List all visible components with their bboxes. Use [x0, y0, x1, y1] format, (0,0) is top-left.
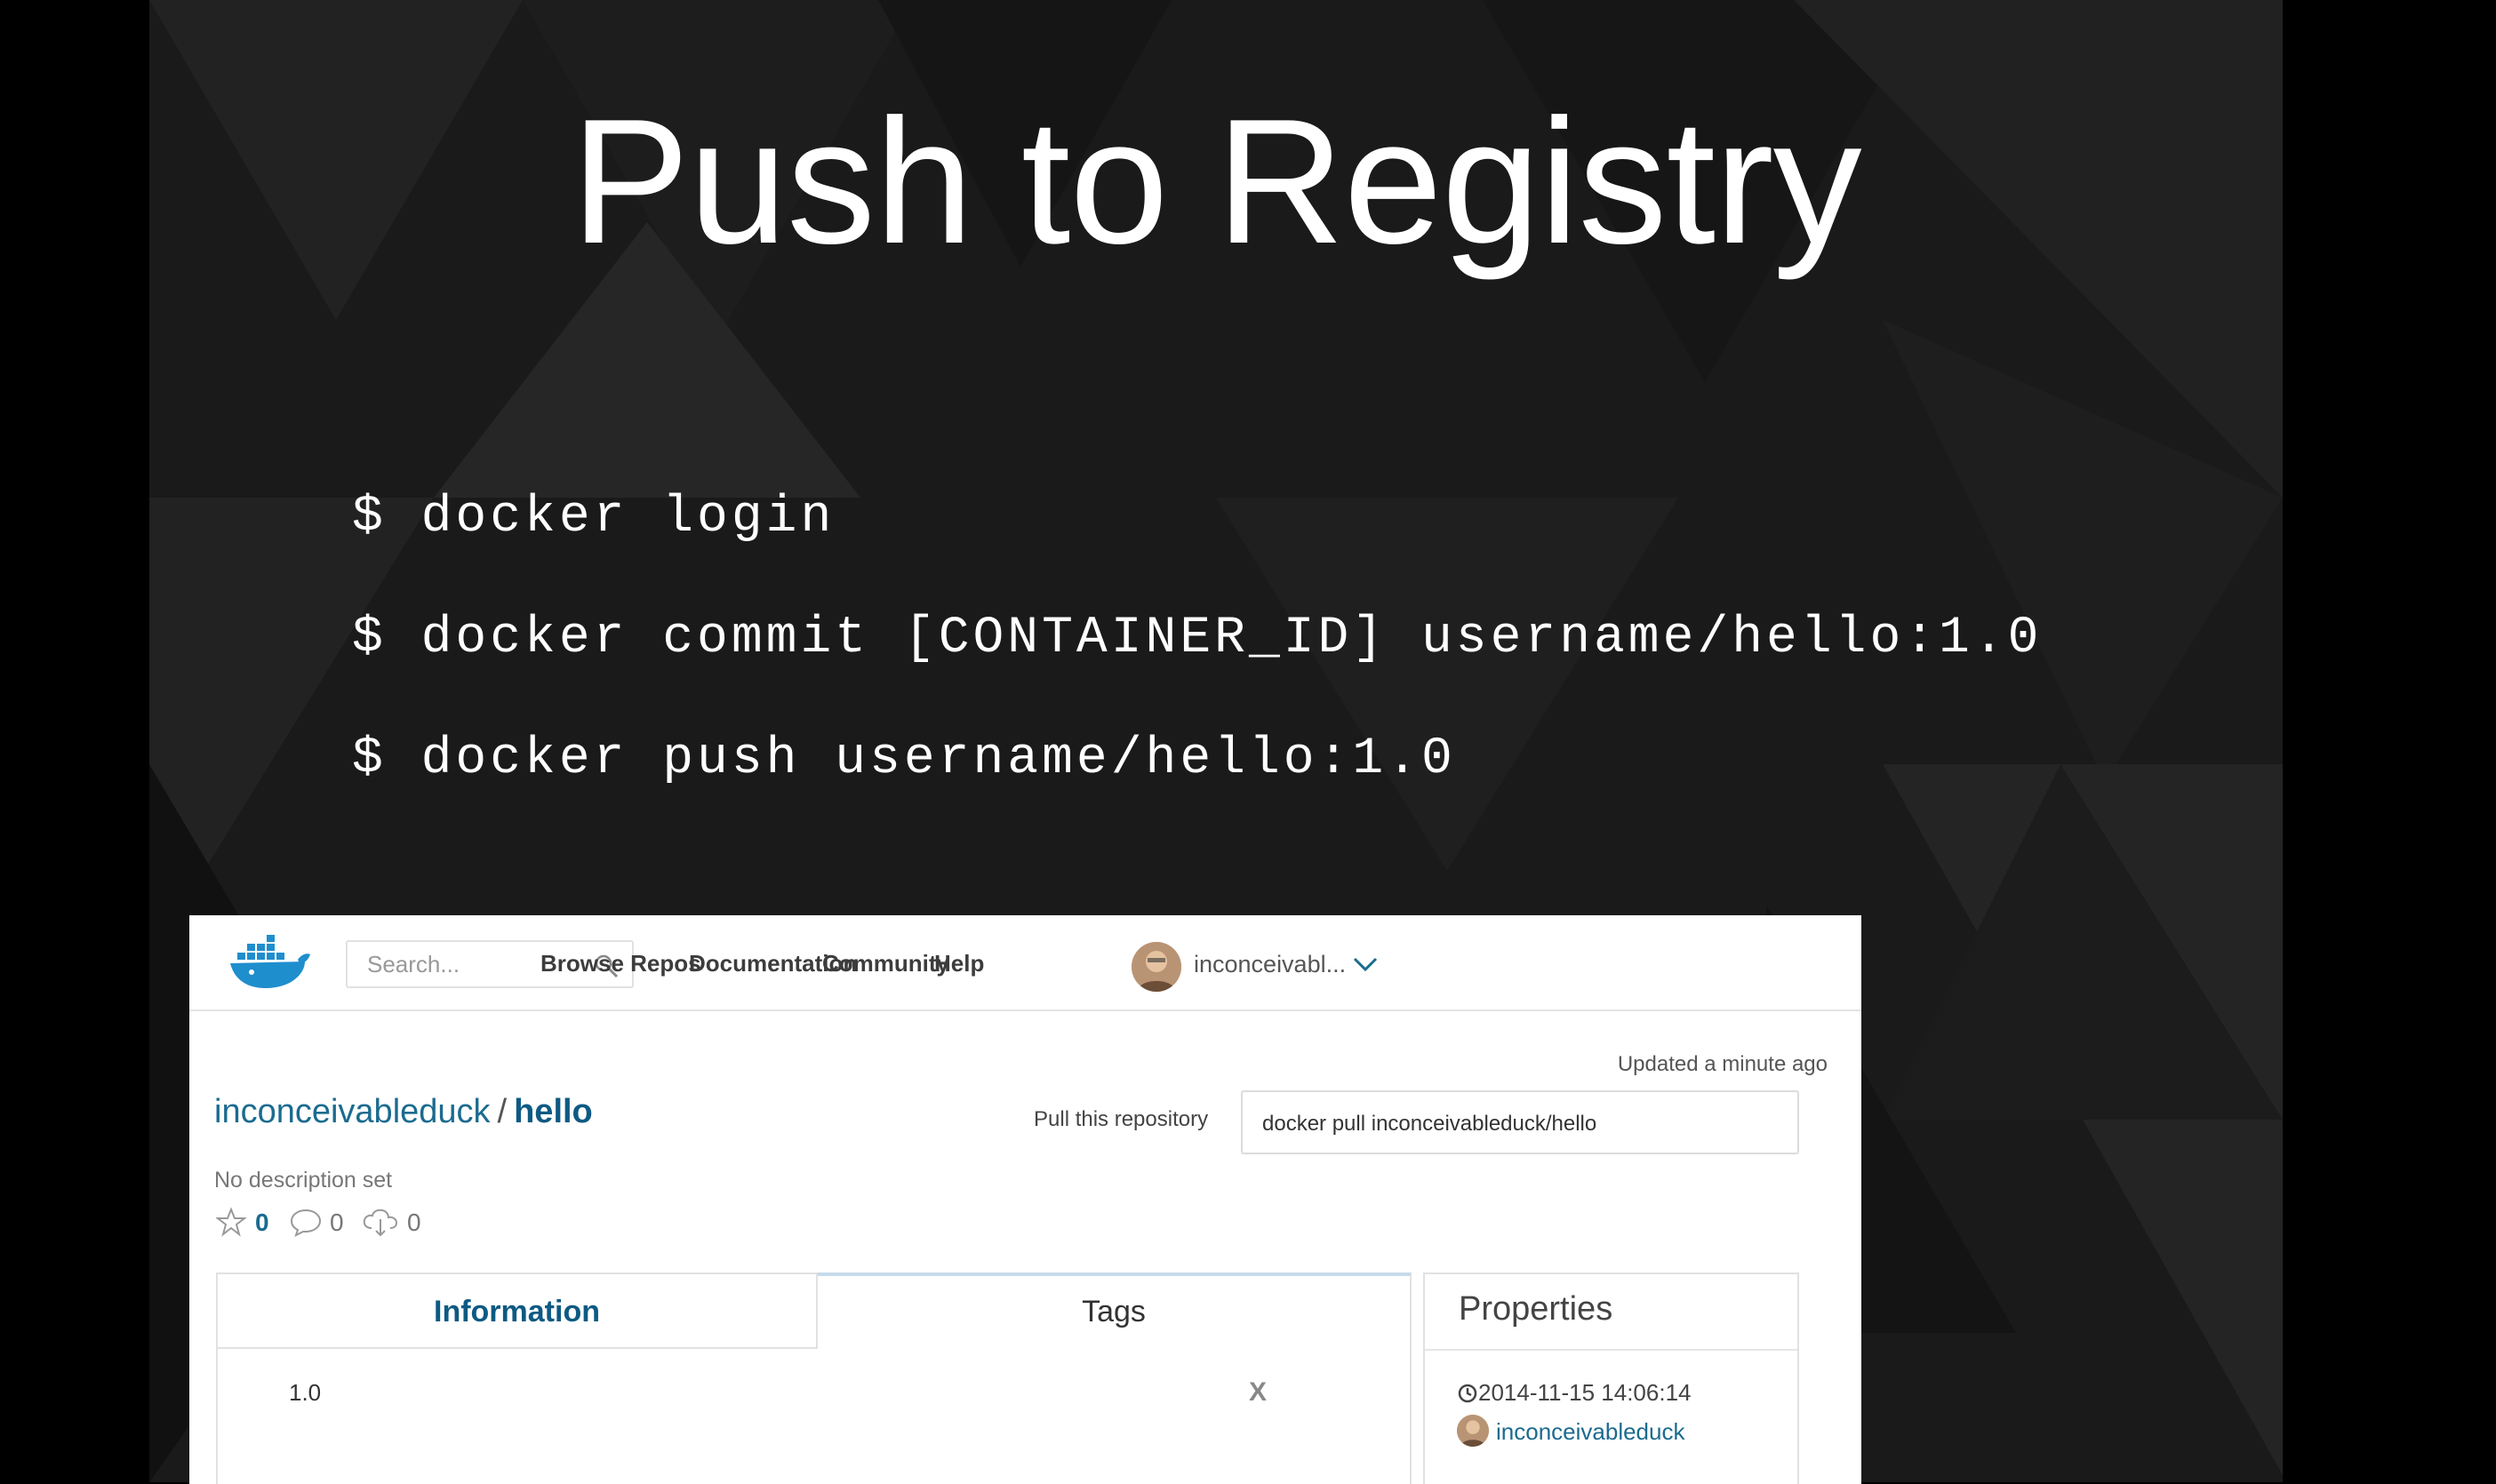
- properties-date: 2014-11-15 14:06:14: [1478, 1379, 1692, 1406]
- docker-whale-logo[interactable]: [227, 929, 312, 992]
- chevron-down-icon[interactable]: [1352, 954, 1379, 974]
- command-commit: $ docker commit [CONTAINER_ID] username/…: [352, 610, 2043, 667]
- top-navbar: Browse Repos Documentation Community Hel…: [189, 915, 1861, 1011]
- repo-name: hello: [514, 1093, 593, 1130]
- properties-title: Properties: [1459, 1290, 1613, 1328]
- star-count: 0: [255, 1209, 269, 1236]
- comment-count: 0: [330, 1209, 344, 1236]
- user-name[interactable]: inconceivabl...: [1194, 951, 1346, 978]
- download-count: 0: [407, 1209, 421, 1236]
- command-login: $ docker login: [352, 489, 836, 547]
- pull-label: Pull this repository: [1034, 1107, 1209, 1131]
- tag-row: 1.0 X: [216, 1349, 1412, 1484]
- user-avatar[interactable]: [1132, 942, 1181, 992]
- properties-divider: [1425, 1349, 1797, 1351]
- tag-name: 1.0: [289, 1379, 322, 1406]
- pull-command: docker pull inconceivableduck/hello: [1262, 1112, 1597, 1136]
- properties-panel: Properties 2014-11-15 14:06:14 inconceiv…: [1423, 1273, 1799, 1484]
- repo-title: inconceivableduck / hello: [214, 1093, 593, 1131]
- repo-owner-link[interactable]: inconceivableduck: [214, 1093, 491, 1130]
- repo-separator: /: [497, 1093, 508, 1130]
- slide-title: Push to Registry: [571, 83, 1861, 281]
- nav-browse-repos[interactable]: Browse Repos: [540, 949, 701, 977]
- comment-icon: [290, 1209, 322, 1237]
- remove-tag-button[interactable]: X: [1249, 1377, 1267, 1408]
- properties-owner-link[interactable]: inconceivableduck: [1496, 1418, 1684, 1446]
- repo-description: No description set: [214, 1168, 393, 1193]
- nav-community[interactable]: Community: [822, 949, 949, 977]
- cloud-download-icon: [363, 1209, 398, 1237]
- tab-tags[interactable]: Tags: [818, 1273, 1412, 1349]
- owner-avatar: [1457, 1415, 1489, 1447]
- tab-information[interactable]: Information: [216, 1273, 818, 1349]
- pull-command-field[interactable]: docker pull inconceivableduck/hello: [1241, 1090, 1799, 1154]
- nav-help[interactable]: Help: [934, 949, 984, 977]
- command-push: $ docker push username/hello:1.0: [352, 730, 1456, 788]
- updated-time: Updated a minute ago: [1617, 1052, 1828, 1076]
- star-icon: [216, 1207, 246, 1237]
- docker-hub-screenshot: Browse Repos Documentation Community Hel…: [189, 915, 1861, 1484]
- clock-icon: [1458, 1384, 1477, 1403]
